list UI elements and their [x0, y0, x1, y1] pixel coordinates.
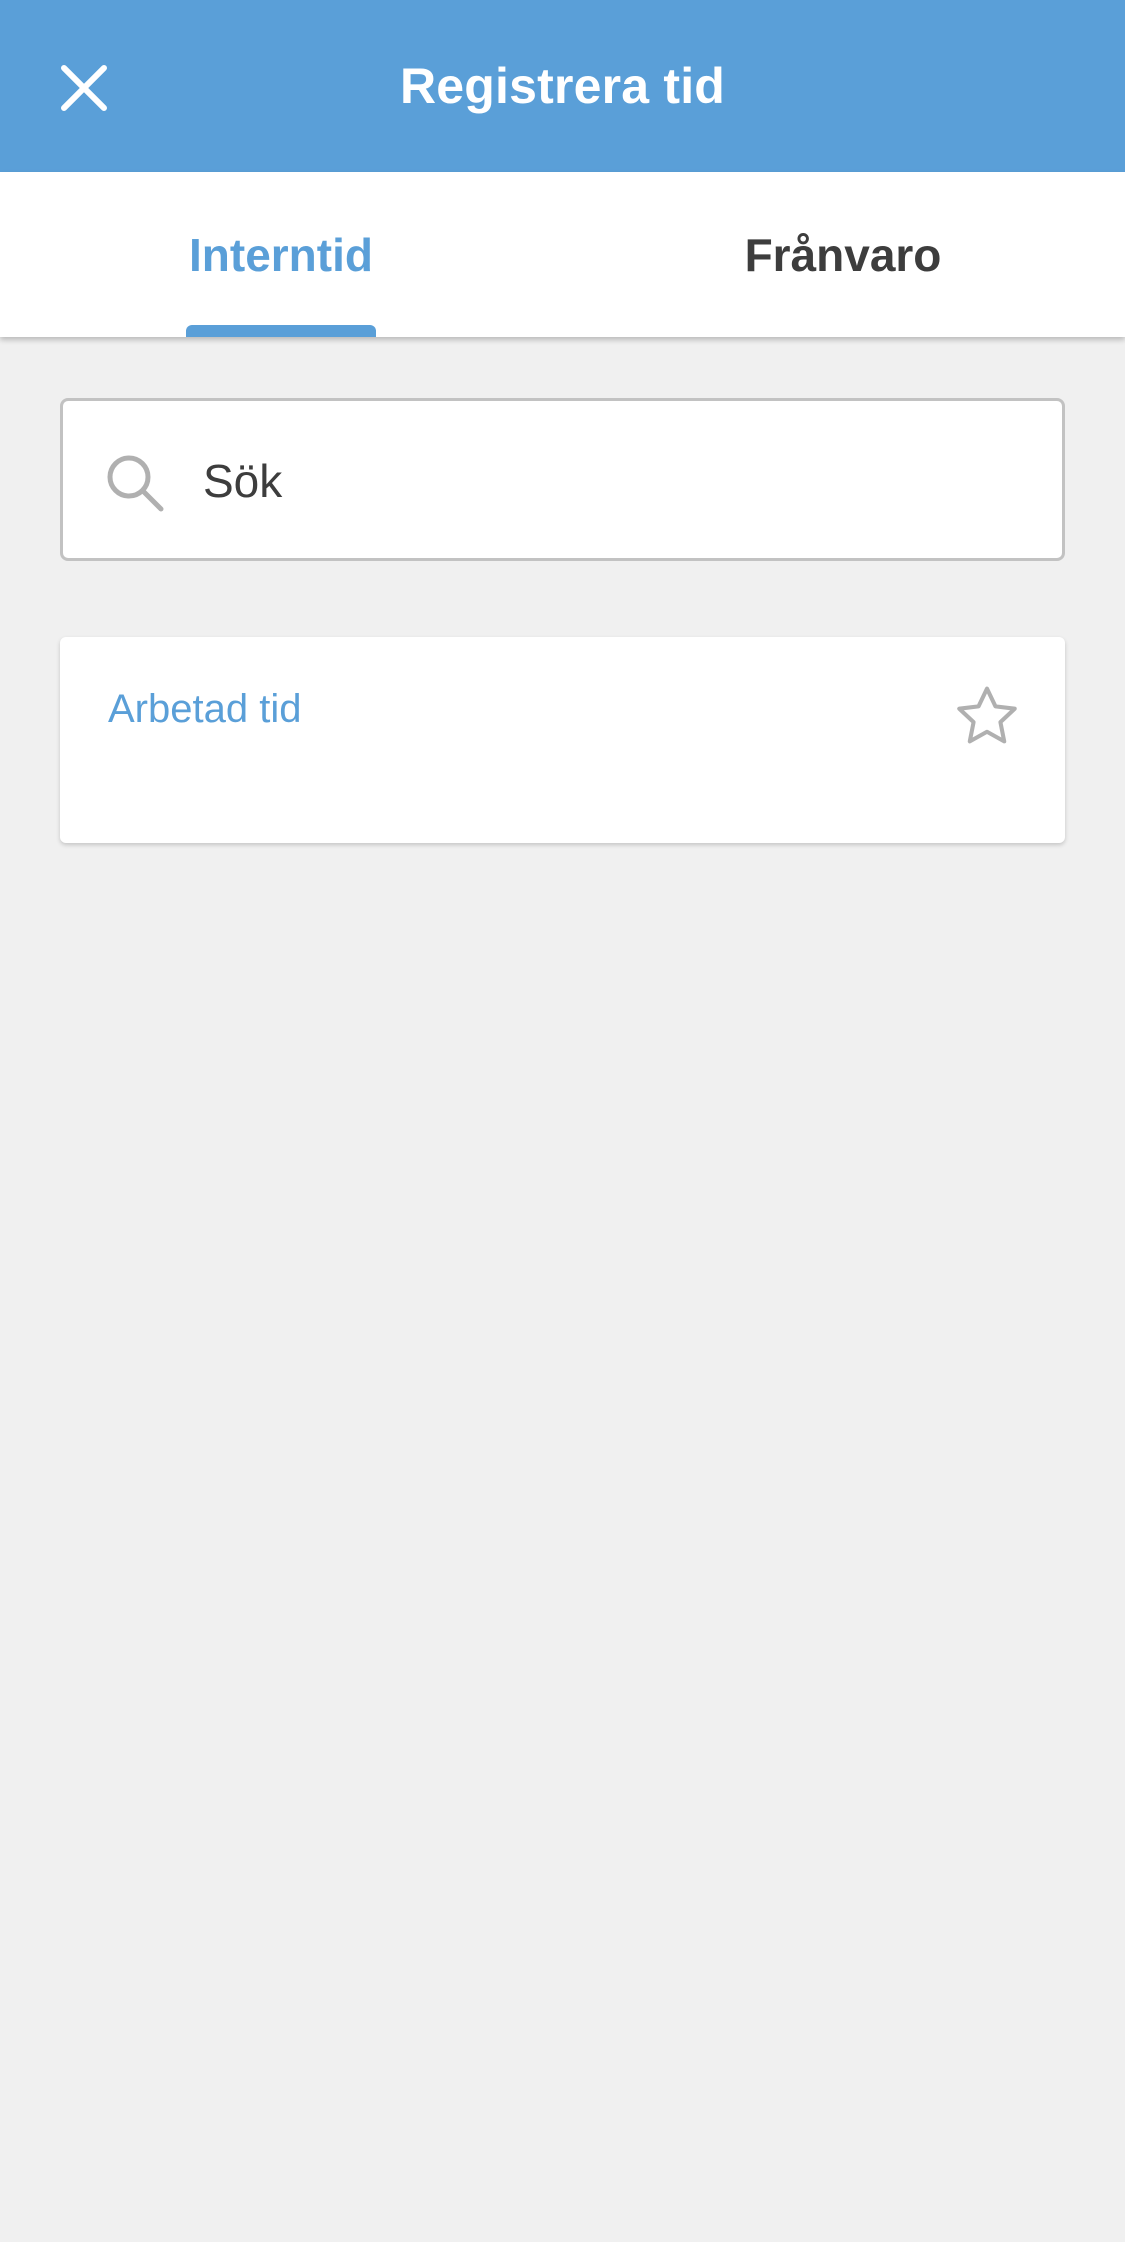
tab-franvaro-label: Frånvaro [744, 228, 942, 281]
page-title: Registrera tid [399, 58, 726, 114]
top-app-bar: Registrera tid [0, 0, 1125, 172]
search-icon [107, 455, 164, 512]
favorite-button[interactable] [952, 681, 1022, 751]
close-icon [61, 65, 107, 111]
tab-interntid[interactable]: Interntid [0, 172, 562, 337]
search-input[interactable] [203, 431, 1023, 531]
star-outline-icon [957, 686, 1017, 744]
close-button[interactable] [54, 58, 114, 118]
tab-interntid-label: Interntid [189, 228, 373, 281]
search-box[interactable] [60, 398, 1065, 561]
list-item[interactable]: Arbetad tid [60, 637, 1065, 843]
app-screen: Registrera tid Interntid Frånvaro Arbeta… [0, 0, 1125, 2242]
selected-tab-indicator [186, 325, 376, 337]
list-item-label: Arbetad tid [108, 687, 302, 731]
tab-bar: Interntid Frånvaro [0, 172, 1125, 337]
tab-franvaro[interactable]: Frånvaro [562, 172, 1124, 337]
